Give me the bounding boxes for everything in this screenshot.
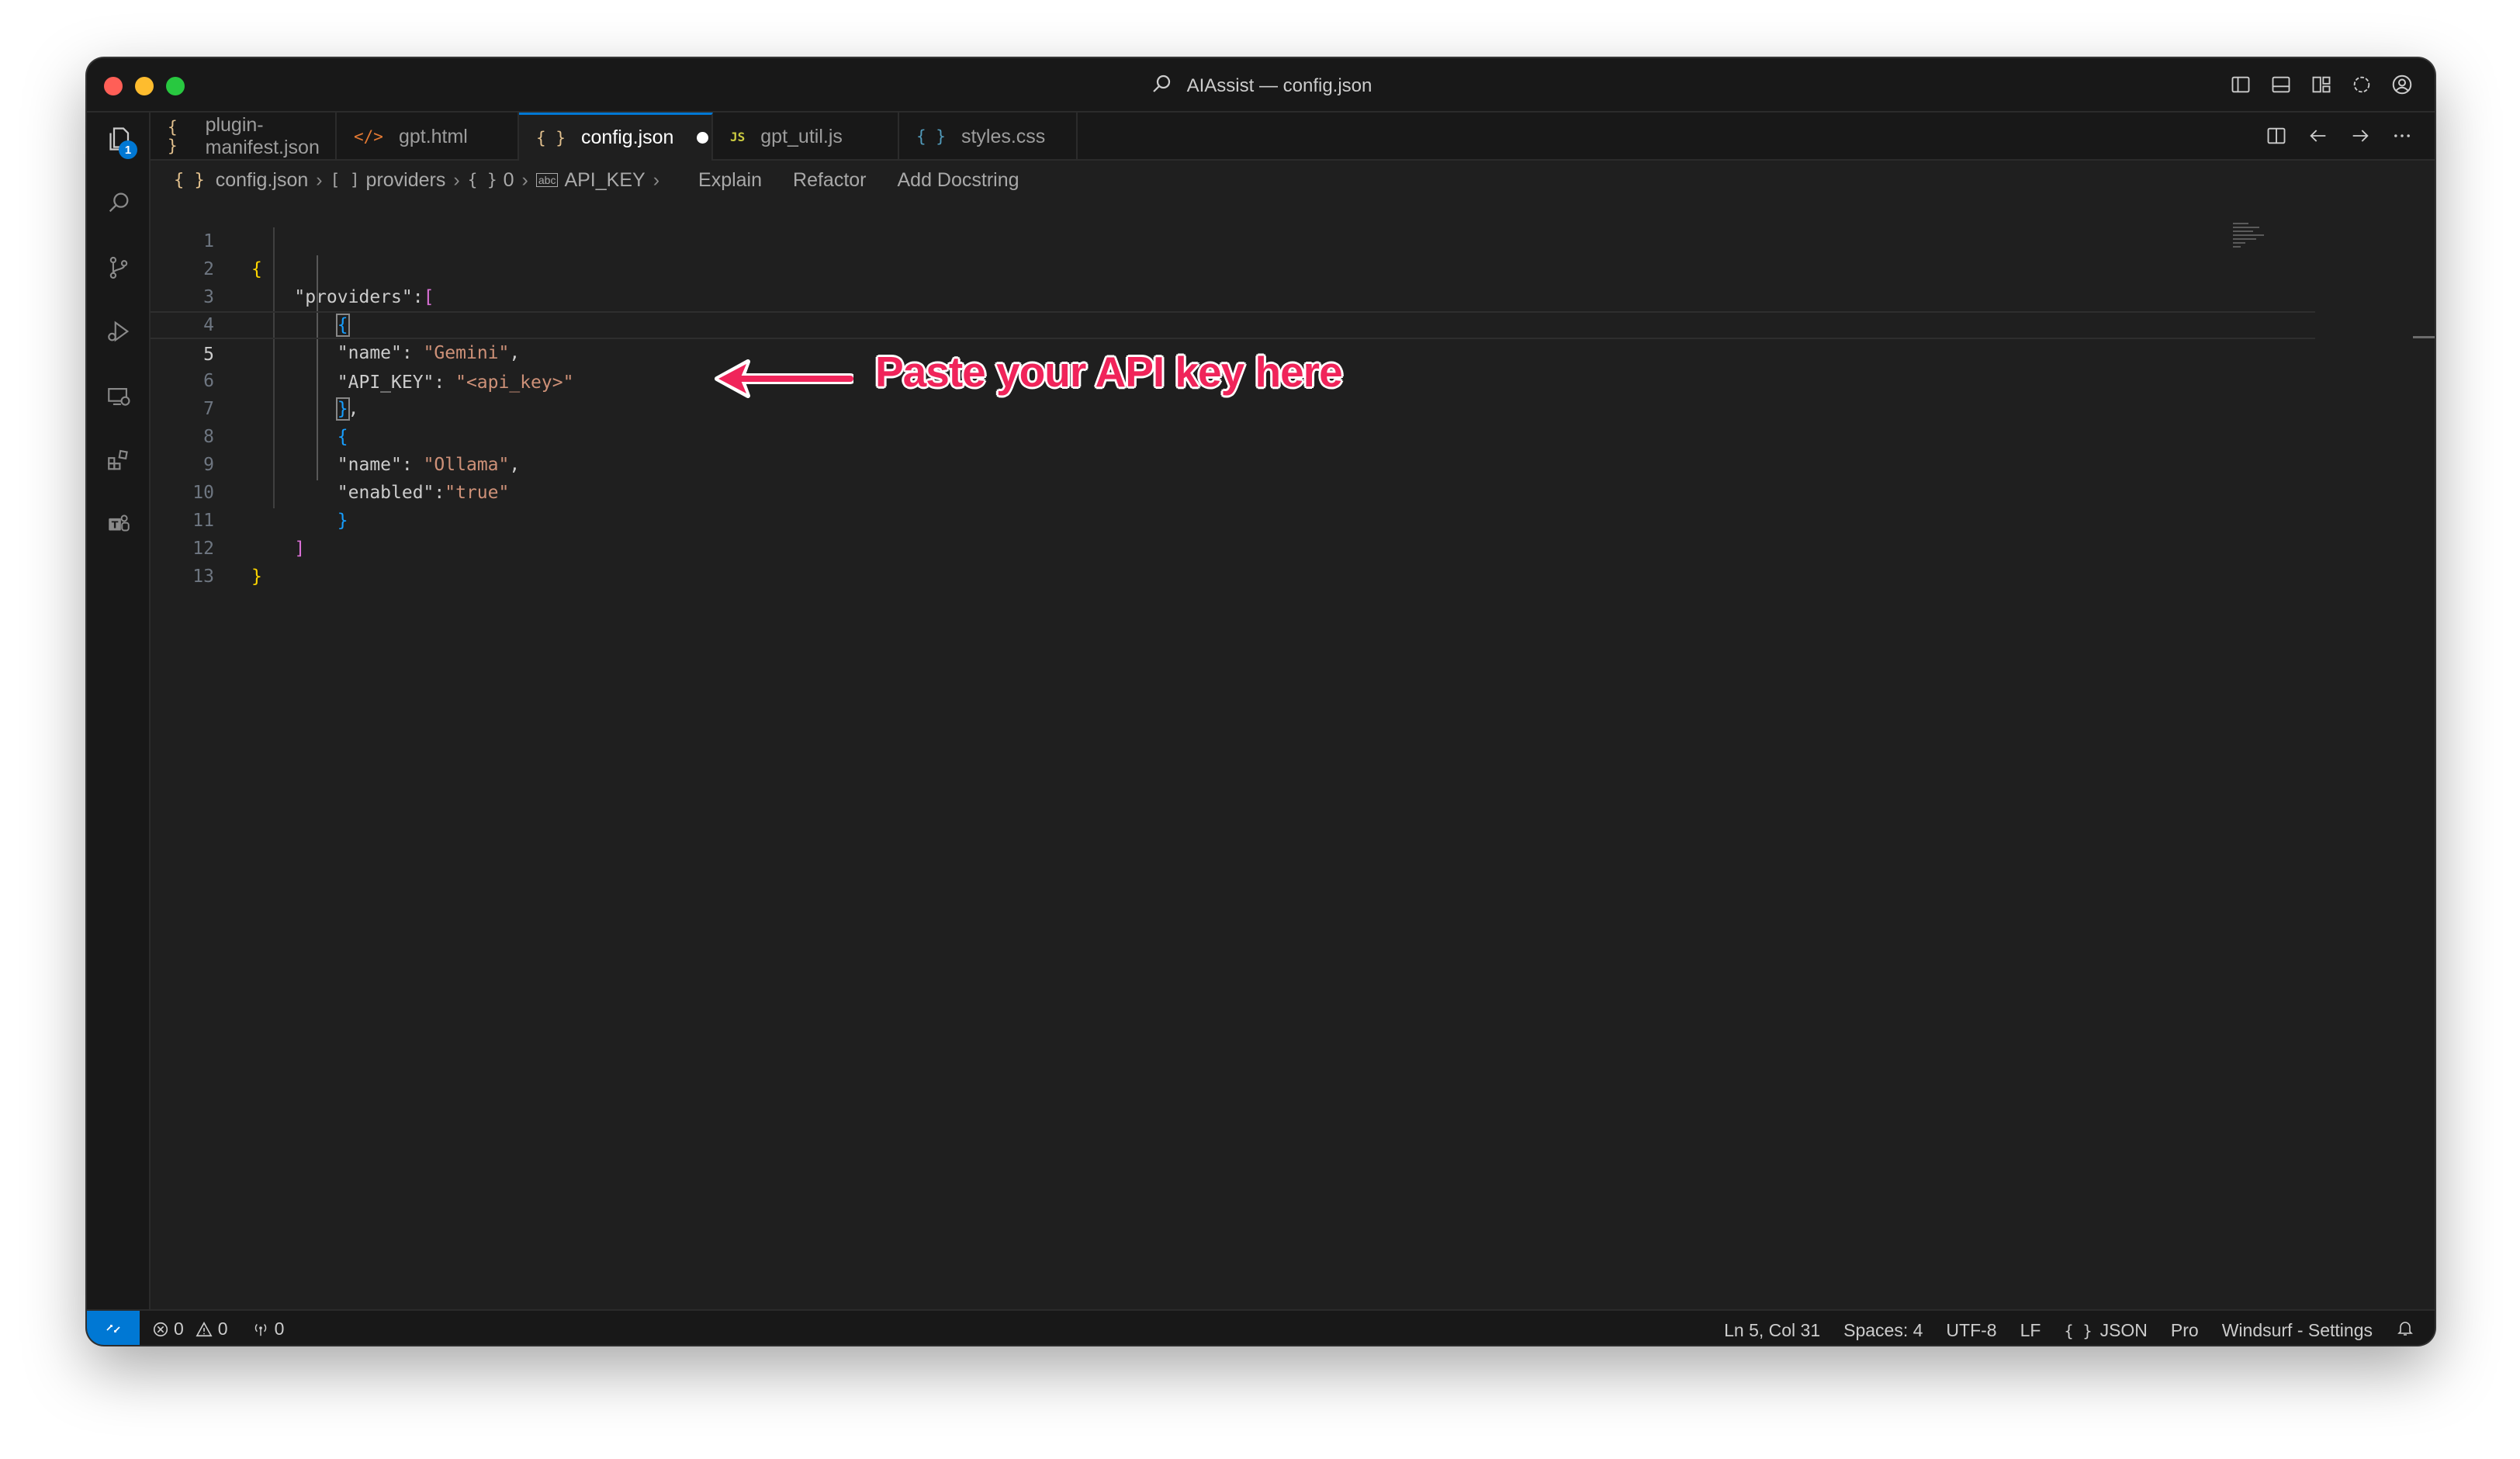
code-line[interactable]: 2 "providers":[ xyxy=(151,227,2315,307)
error-count: 0 xyxy=(174,1319,184,1339)
explorer-badge: 1 xyxy=(119,140,137,159)
go-forward-icon[interactable] xyxy=(2348,123,2373,148)
tab-label: gpt_util.js xyxy=(760,125,843,147)
tab-gpt-util-js[interactable]: JS gpt_util.js xyxy=(713,113,899,161)
indentation[interactable]: Spaces: 4 xyxy=(1843,1320,1923,1341)
toggle-panel-icon[interactable] xyxy=(2269,72,2293,97)
breadcrumb-providers[interactable]: providers xyxy=(366,169,446,192)
copilot-icon[interactable] xyxy=(2349,72,2374,97)
annotation-label: Paste your API key here xyxy=(875,348,1343,396)
title-bar: AIAssist — config.json xyxy=(87,58,2435,113)
add-docstring-action[interactable]: Add Docstring xyxy=(898,169,1019,192)
code-line[interactable]: 13 xyxy=(151,535,2315,587)
problems-indicator[interactable]: 0 0 xyxy=(152,1319,228,1339)
breadcrumb: { } config.json › [ ] providers › { } 0 … xyxy=(151,161,2435,199)
run-debug-icon[interactable] xyxy=(103,316,134,347)
encoding[interactable]: UTF-8 xyxy=(1946,1320,1996,1341)
code-line[interactable]: 3 { xyxy=(151,255,2315,337)
array-icon: [ ] xyxy=(330,171,360,189)
search-icon[interactable] xyxy=(103,187,134,218)
explorer-icon[interactable]: 1 xyxy=(103,123,137,159)
remote-indicator-icon[interactable] xyxy=(87,1311,140,1345)
status-bar: 0 0 0 Ln 5, Col 31 Spaces: 4 UTF-8 LF { … xyxy=(87,1309,2435,1345)
account-icon[interactable] xyxy=(2390,72,2414,97)
html-file-icon: </> xyxy=(354,127,383,146)
unsaved-dot-icon[interactable] xyxy=(697,132,709,144)
code-line-current[interactable]: 5 "API_KEY": "<api_key>" xyxy=(151,311,2315,393)
code-line[interactable]: 9 "enabled":"true" xyxy=(151,423,2315,503)
code-line[interactable]: 11 ] xyxy=(151,479,2315,559)
tab-config-json[interactable]: { } config.json xyxy=(519,113,713,161)
code-line[interactable]: 8 "name": "Ollama", xyxy=(151,395,2315,475)
search-icon xyxy=(1150,72,1173,101)
json-language-icon: { } xyxy=(2064,1321,2092,1340)
broadcast-icon xyxy=(254,1323,266,1336)
tab-styles-css[interactable]: { } styles.css xyxy=(899,113,1078,161)
chevron-right-icon: › xyxy=(521,168,528,191)
activity-bar: 1 T xyxy=(87,113,151,1309)
string-icon: abc xyxy=(535,173,559,187)
ports-indicator[interactable]: 0 xyxy=(251,1319,285,1339)
split-editor-icon[interactable] xyxy=(2264,123,2289,148)
breadcrumb-key[interactable]: API_KEY xyxy=(564,169,645,192)
warning-count: 0 xyxy=(217,1319,228,1339)
language-mode[interactable]: { } JSON xyxy=(2064,1320,2147,1341)
tab-plugin-manifest[interactable]: { } plugin-manifest.json xyxy=(151,113,337,161)
chevron-right-icon: › xyxy=(453,168,460,191)
breadcrumb-index[interactable]: 0 xyxy=(504,169,514,192)
object-icon: { } xyxy=(467,171,497,189)
json-file-icon: { } xyxy=(168,118,178,155)
tab-label: config.json xyxy=(580,126,674,148)
end-of-line[interactable]: LF xyxy=(2020,1320,2041,1341)
tab-label: styles.css xyxy=(961,125,1046,147)
warning-icon xyxy=(196,1321,213,1336)
customize-layout-icon[interactable] xyxy=(2309,72,2334,97)
source-control-icon[interactable] xyxy=(103,252,134,283)
ports-count: 0 xyxy=(274,1319,285,1339)
json-file-icon: { } xyxy=(174,170,205,190)
language-label: JSON xyxy=(2099,1319,2148,1340)
error-icon xyxy=(153,1322,168,1336)
json-file-icon: { } xyxy=(536,128,566,147)
editor-window: AIAssist — config.json 1 T {} plugin-ma… xyxy=(87,58,2435,1345)
toggle-primary-sidebar-icon[interactable] xyxy=(2228,72,2253,97)
tab-bar: { } plugin-manifest.json </> gpt.html { … xyxy=(151,113,2435,161)
code-line[interactable]: 12 } xyxy=(151,507,2315,587)
tab-label: plugin-manifest.json xyxy=(205,114,320,158)
more-actions-icon[interactable] xyxy=(2390,123,2414,148)
notifications-bell-icon[interactable] xyxy=(2396,1319,2414,1342)
explain-action[interactable]: Explain xyxy=(698,169,762,192)
tab-gpt-html[interactable]: </> gpt.html xyxy=(337,113,519,161)
code-line[interactable]: 10 } xyxy=(151,451,2315,531)
refactor-action[interactable]: Refactor xyxy=(793,169,866,192)
scrollbar-marker[interactable] xyxy=(2413,336,2435,338)
js-file-icon: JS xyxy=(730,129,746,144)
css-file-icon: { } xyxy=(916,127,946,146)
chevron-right-icon: › xyxy=(652,168,660,191)
windsurf-settings[interactable]: Windsurf - Settings xyxy=(2222,1320,2373,1341)
minimap[interactable] xyxy=(2233,223,2287,269)
command-center[interactable]: AIAssist — config.json xyxy=(87,72,2435,101)
remote-explorer-icon[interactable] xyxy=(103,381,134,412)
chevron-right-icon: › xyxy=(316,168,323,191)
go-back-icon[interactable] xyxy=(2306,123,2331,148)
extensions-icon[interactable] xyxy=(103,445,134,476)
teams-icon[interactable]: T xyxy=(103,508,134,539)
code-line[interactable]: 4 "name": "Gemini", xyxy=(151,283,2315,363)
breadcrumb-file[interactable]: config.json xyxy=(216,169,309,192)
tab-label: gpt.html xyxy=(398,125,468,147)
svg-text:T: T xyxy=(112,520,119,532)
plan-indicator[interactable]: Pro xyxy=(2171,1320,2199,1341)
cursor-position[interactable]: Ln 5, Col 31 xyxy=(1724,1320,1820,1341)
line-number: 13 xyxy=(192,567,214,587)
code-line[interactable]: 1 { xyxy=(151,199,2315,279)
annotation-arrow-icon xyxy=(715,359,853,398)
window-title: AIAssist — config.json xyxy=(1186,75,1372,96)
